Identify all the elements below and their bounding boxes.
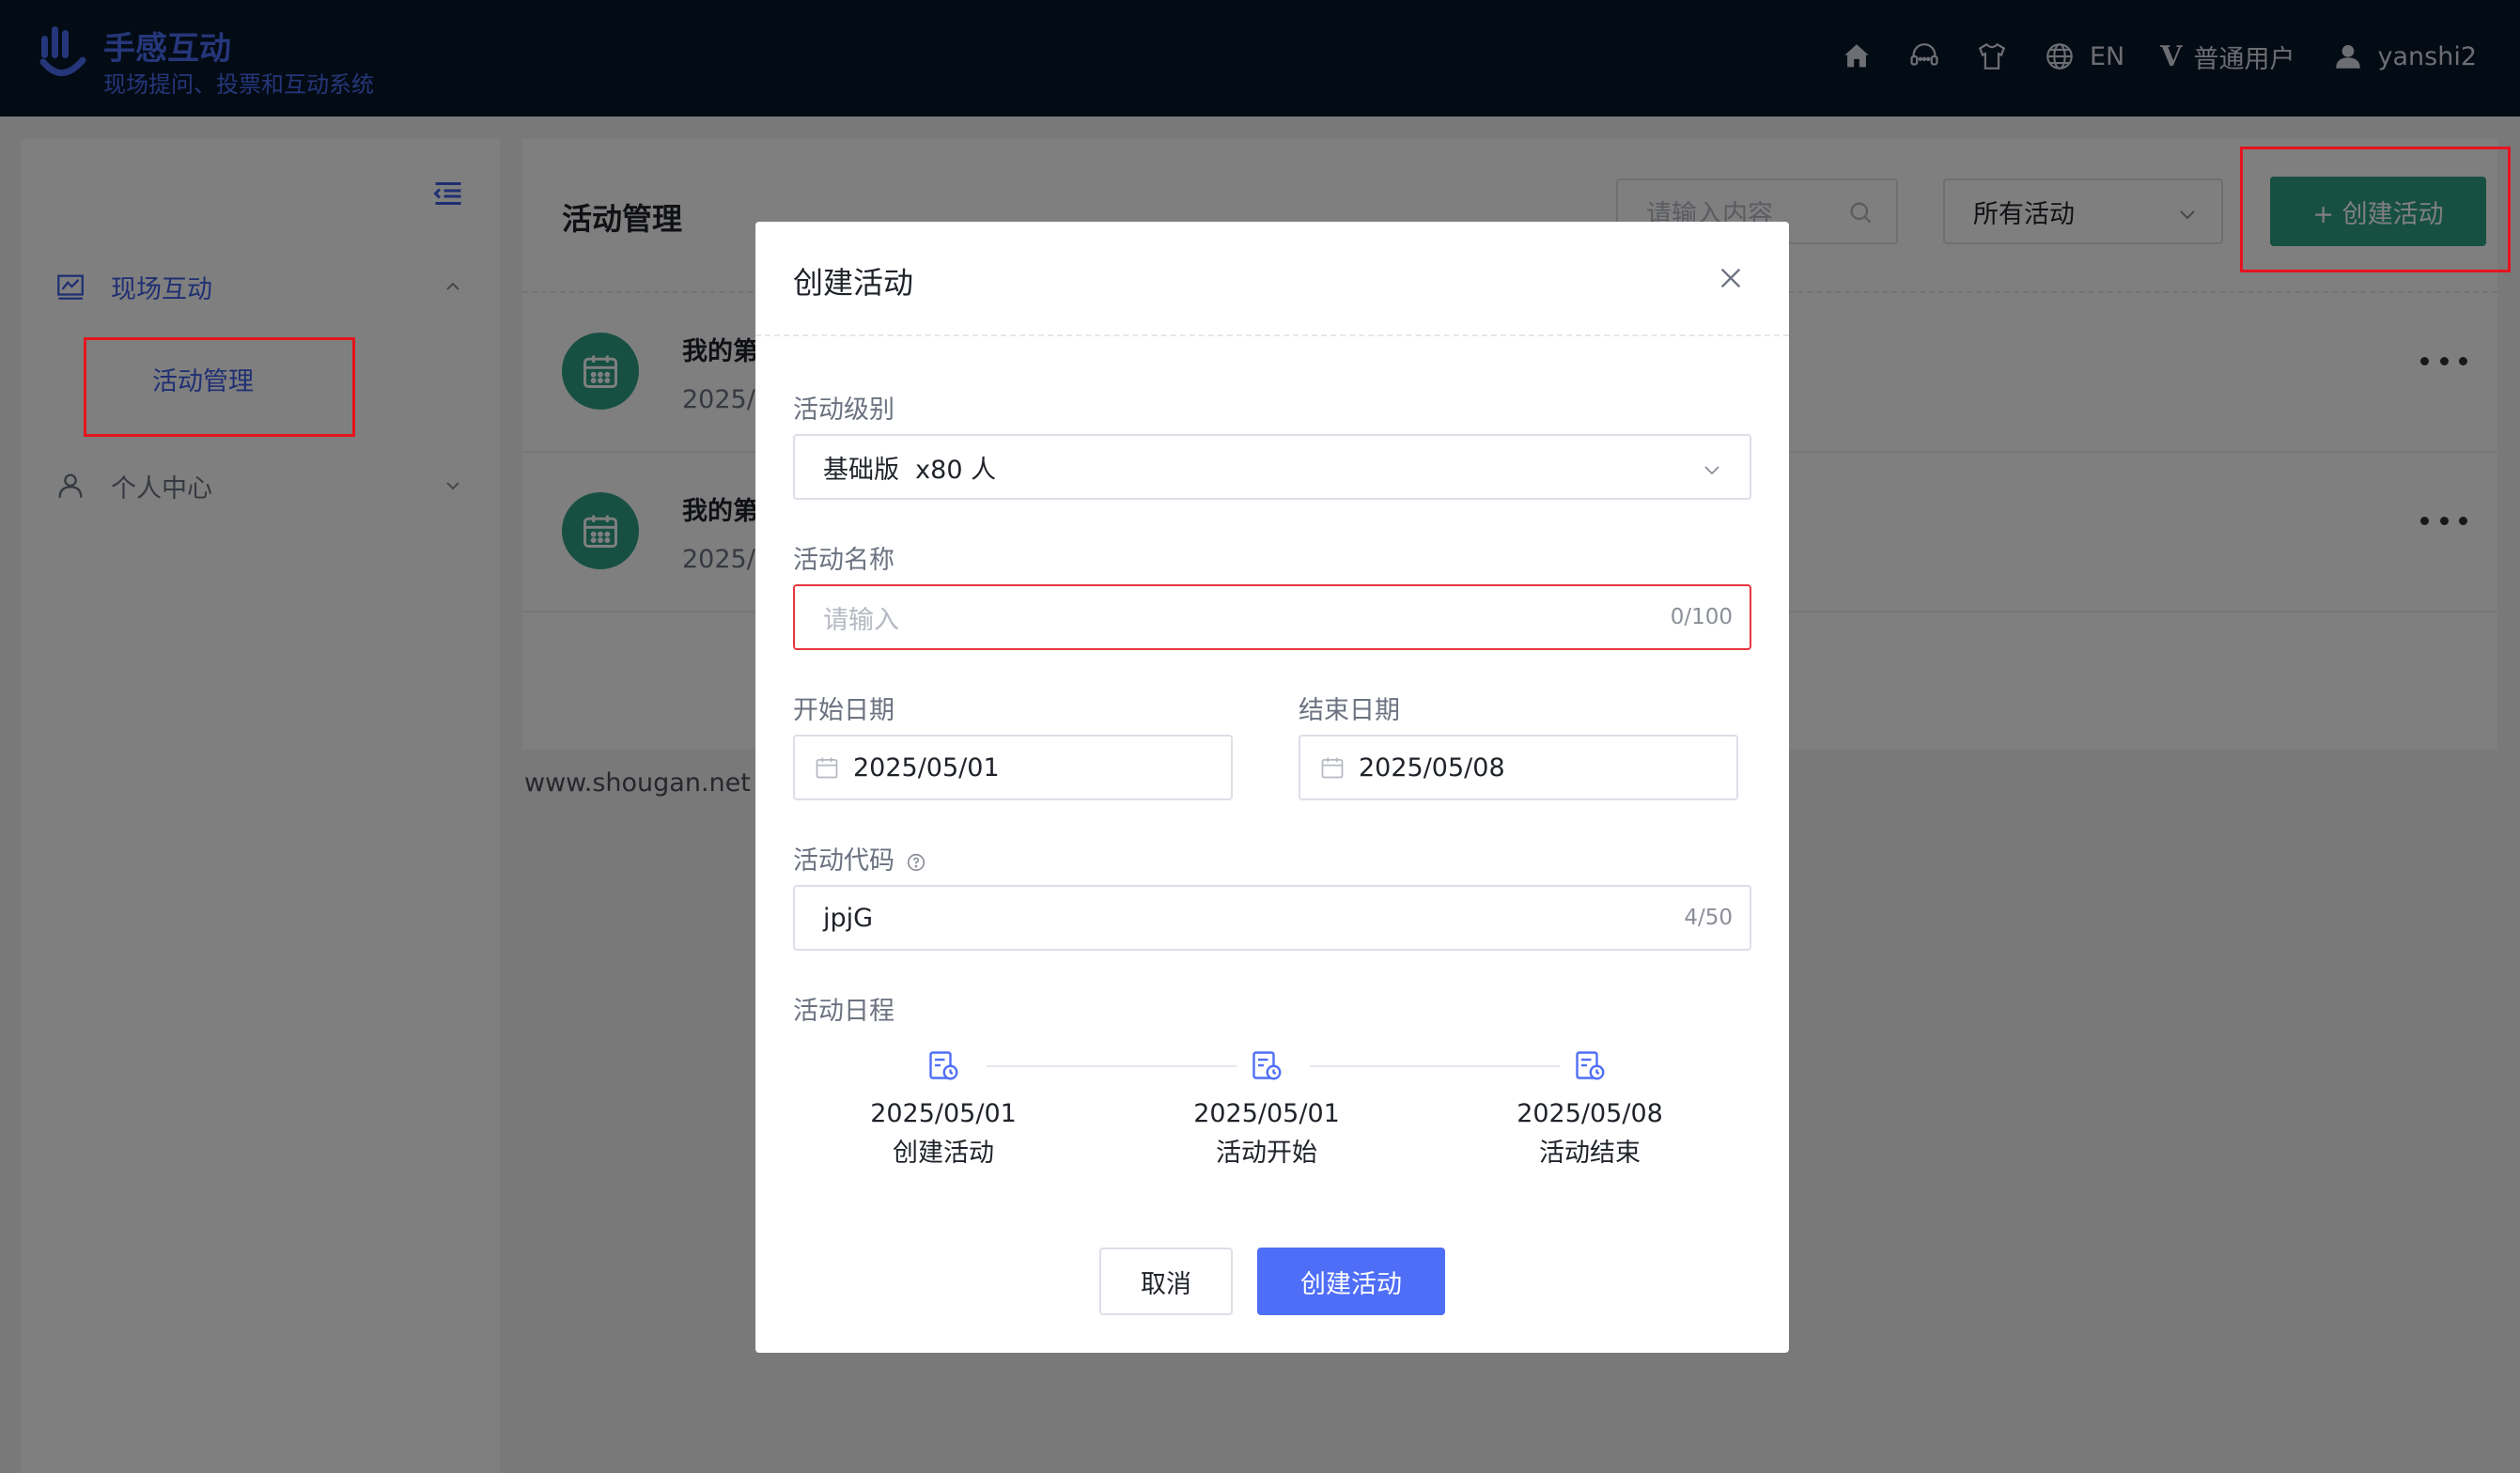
calendar-clock-icon <box>1252 1051 1282 1080</box>
highlight-box-create-button <box>2240 147 2511 272</box>
level-label: 活动级别 <box>793 395 894 425</box>
create-activity-dialog: 创建活动 活动级别 基础版 x80 人 活动名称 请输入 0/100 开始日期 … <box>755 222 1789 1353</box>
close-icon[interactable] <box>1716 263 1746 293</box>
step-label: 活动结束 <box>1539 1139 1641 1168</box>
dialog-divider <box>755 334 1789 336</box>
level-select[interactable]: 基础版 x80 人 <box>793 434 1751 500</box>
step-date: 2025/05/08 <box>1517 1099 1663 1128</box>
calendar-icon <box>1321 757 1344 779</box>
schedule-timeline: 2025/05/01 创建活动 2025/05/01 活动开始 2025/05/… <box>789 1048 1751 1180</box>
calendar-clock-icon <box>929 1051 958 1080</box>
start-date-picker[interactable]: 2025/05/01 <box>793 735 1233 800</box>
activity-name-input[interactable]: 请输入 0/100 <box>793 584 1751 650</box>
level-value: 基础版 x80 人 <box>823 455 997 485</box>
highlight-box-activity-menu <box>84 337 355 437</box>
code-value: jpjG <box>823 903 874 933</box>
submit-create-button[interactable]: 创建活动 <box>1257 1248 1445 1315</box>
end-date-label: 结束日期 <box>1299 696 1400 725</box>
code-label: 活动代码 <box>793 840 926 876</box>
start-date-label: 开始日期 <box>793 696 894 725</box>
cancel-button[interactable]: 取消 <box>1099 1248 1233 1315</box>
start-date-value: 2025/05/01 <box>853 752 1000 783</box>
schedule-step-start: 2025/05/01 活动开始 <box>1173 1048 1361 1169</box>
end-date-value: 2025/05/08 <box>1359 752 1505 783</box>
schedule-step-created: 2025/05/01 创建活动 <box>849 1048 1037 1169</box>
calendar-clock-icon <box>1576 1051 1605 1080</box>
dialog-title: 创建活动 <box>793 265 914 301</box>
name-label: 活动名称 <box>793 546 894 575</box>
chevron-down-icon <box>1704 466 1719 475</box>
end-date-picker[interactable]: 2025/05/08 <box>1299 735 1738 800</box>
step-label: 活动开始 <box>1216 1139 1317 1168</box>
activity-code-input[interactable]: jpjG 4/50 <box>793 885 1751 951</box>
name-placeholder: 请输入 <box>823 605 899 635</box>
step-label: 创建活动 <box>893 1139 994 1168</box>
calendar-icon <box>816 757 838 779</box>
step-date: 2025/05/01 <box>870 1099 1017 1128</box>
code-char-count: 4/50 <box>1684 906 1733 930</box>
schedule-label: 活动日程 <box>793 997 894 1026</box>
help-icon[interactable] <box>906 852 926 873</box>
schedule-step-end: 2025/05/08 活动结束 <box>1496 1048 1684 1169</box>
step-date: 2025/05/01 <box>1193 1099 1340 1128</box>
name-char-count: 0/100 <box>1670 605 1733 629</box>
